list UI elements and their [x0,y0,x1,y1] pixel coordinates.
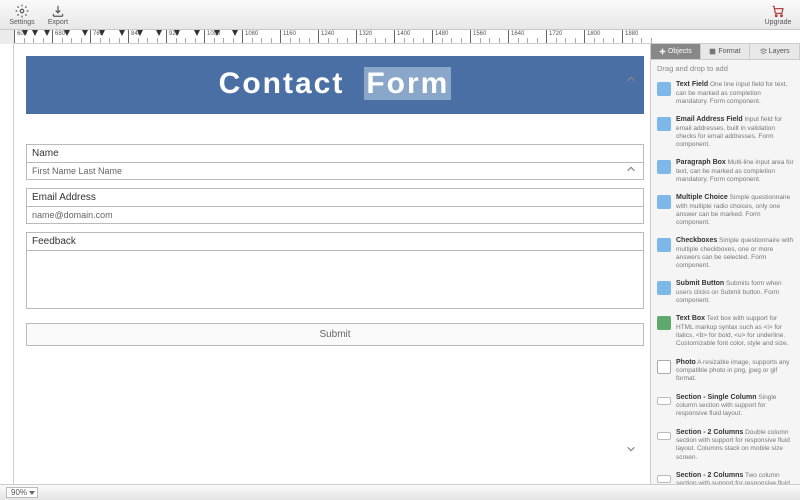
object-icon [657,397,671,405]
object-text: Section - Single Column Single column se… [676,394,794,419]
object-item[interactable]: Email Address Field Input field for emai… [655,112,796,155]
dnd-hint: Drag and drop to add [651,60,800,77]
chevron-up-icon[interactable] [624,162,638,176]
object-item[interactable]: Text Field One line input field for text… [655,77,796,112]
object-item[interactable]: Multiple Choice Simple questionnaire wit… [655,190,796,233]
toolbar: Settings Export Upgrade [0,0,800,30]
object-icon [657,195,671,209]
object-text: Checkboxes Simple questionnaire with mul… [676,237,794,270]
submit-button[interactable]: Submit [26,323,644,346]
objects-list: Text Field One line input field for text… [651,77,800,484]
object-text: Photo A resizable image, supports any co… [676,359,794,384]
object-icon [657,432,671,440]
object-item[interactable]: Section - 2 Columns Two column section w… [655,468,796,484]
ruler-vertical [0,44,14,484]
object-icon [657,238,671,252]
object-icon [657,281,671,295]
gear-icon [14,4,30,18]
object-item[interactable]: Section - 2 Columns Double column sectio… [655,425,796,468]
upgrade-label: Upgrade [765,19,792,26]
name-input[interactable]: First Name Last Name [26,163,644,180]
object-item[interactable]: Submit Button Submits form when users cl… [655,276,796,311]
object-item[interactable]: Photo A resizable image, supports any co… [655,355,796,390]
email-input[interactable]: name@domain.com [26,207,644,224]
object-icon [657,117,671,131]
header-title: Contact Form [219,67,452,103]
object-text: Section - 2 Columns Two column section w… [676,472,794,484]
sidebar: Objects Format Layers Drag and drop to a… [650,44,800,484]
object-text: Paragraph Box Multi-line input area for … [676,159,794,184]
object-item[interactable]: Checkboxes Simple questionnaire with mul… [655,233,796,276]
export-button[interactable]: Export [40,1,76,29]
object-icon [657,82,671,96]
export-label: Export [48,19,68,26]
object-text: Text Field One line input field for text… [676,81,794,106]
object-icon [657,160,671,174]
tab-layers[interactable]: Layers [750,44,800,59]
chevron-up-icon[interactable] [624,72,638,86]
chevron-down-icon[interactable] [624,442,638,456]
object-text: Email Address Field Input field for emai… [676,116,794,149]
object-text: Section - 2 Columns Double column sectio… [676,429,794,462]
email-label: Email Address [26,188,644,207]
header-banner[interactable]: Contact Form [26,56,644,114]
name-label: Name [26,144,644,163]
zoom-select[interactable]: 90% [6,487,38,498]
selected-text: Form [364,67,451,100]
sidebar-tabs: Objects Format Layers [651,44,800,60]
object-item[interactable]: Paragraph Box Multi-line input area for … [655,155,796,190]
export-icon [50,4,66,18]
upgrade-button[interactable]: Upgrade [760,1,796,29]
object-item[interactable]: Section - Single Column Single column se… [655,390,796,425]
object-icon [657,475,671,483]
feedback-label: Feedback [26,232,644,251]
object-text: Multiple Choice Simple questionnaire wit… [676,194,794,227]
tab-format[interactable]: Format [701,44,751,59]
tab-objects[interactable]: Objects [651,44,701,59]
ruler-horizontal: 6006807608409201000108011601240132014001… [14,30,800,44]
object-icon [657,360,671,374]
object-text: Submit Button Submits form when users cl… [676,280,794,305]
form-section: Name First Name Last Name Email Address … [26,144,644,346]
object-item[interactable]: Text Box Text box with support for HTML … [655,311,796,354]
object-text: Text Box Text box with support for HTML … [676,315,794,348]
settings-label: Settings [9,19,34,26]
object-icon [657,316,671,330]
canvas[interactable]: Contact Form Name First Name Last Name E… [14,44,650,484]
feedback-textarea[interactable] [26,251,644,309]
statusbar: 90% [0,484,800,500]
cart-icon [770,4,786,18]
settings-button[interactable]: Settings [4,1,40,29]
